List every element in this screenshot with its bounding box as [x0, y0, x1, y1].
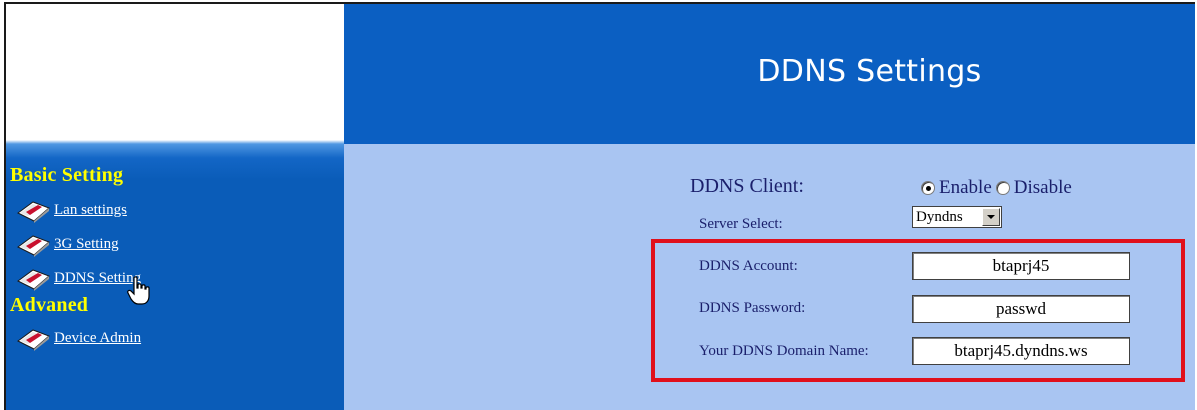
server-select-value: Dyndns: [916, 208, 963, 225]
ddns-client-radio-group: Enable Disable: [921, 177, 1076, 199]
sidebar-item-lan-settings[interactable]: Lan settings: [16, 196, 127, 224]
sidebar-item-device-admin[interactable]: Device Admin: [16, 324, 141, 352]
page-title: DDNS Settings: [757, 53, 982, 89]
disable-radio-label[interactable]: Disable: [1014, 177, 1072, 199]
sidebar-item-ddns-setting[interactable]: DDNS Setting: [16, 264, 141, 292]
enable-radio-label[interactable]: Enable: [939, 177, 992, 199]
sidebar-item-label: Lan settings: [54, 201, 127, 218]
chevron-down-icon: [987, 215, 995, 219]
disable-radio[interactable]: [995, 181, 1010, 195]
server-select-label: Server Select:: [699, 216, 783, 232]
sidebar: Basic Setting Lan settings 3G Setting DD…: [6, 140, 344, 410]
router-icon: [17, 329, 50, 351]
enable-radio[interactable]: [921, 181, 935, 195]
radio-selected-dot: [925, 185, 931, 191]
sidebar-item-3g-setting[interactable]: 3G Setting: [16, 230, 119, 258]
highlight-box: [651, 239, 1185, 382]
sidebar-section-advanced: Advaned: [10, 294, 89, 316]
sidebar-item-label: 3G Setting: [54, 235, 119, 252]
router-icon: [17, 269, 50, 291]
server-select[interactable]: Dyndns: [912, 206, 1002, 228]
dropdown-button[interactable]: [982, 208, 1000, 226]
page-header: DDNS Settings: [344, 4, 1195, 144]
router-icon: [17, 201, 50, 223]
ddns-client-label: DDNS Client:: [690, 175, 804, 197]
sidebar-item-label: Device Admin: [54, 329, 142, 346]
router-icon: [17, 235, 50, 257]
hand-pointer-icon: [127, 276, 150, 305]
sidebar-section-basic: Basic Setting: [10, 164, 124, 186]
logo-area: [6, 4, 344, 144]
